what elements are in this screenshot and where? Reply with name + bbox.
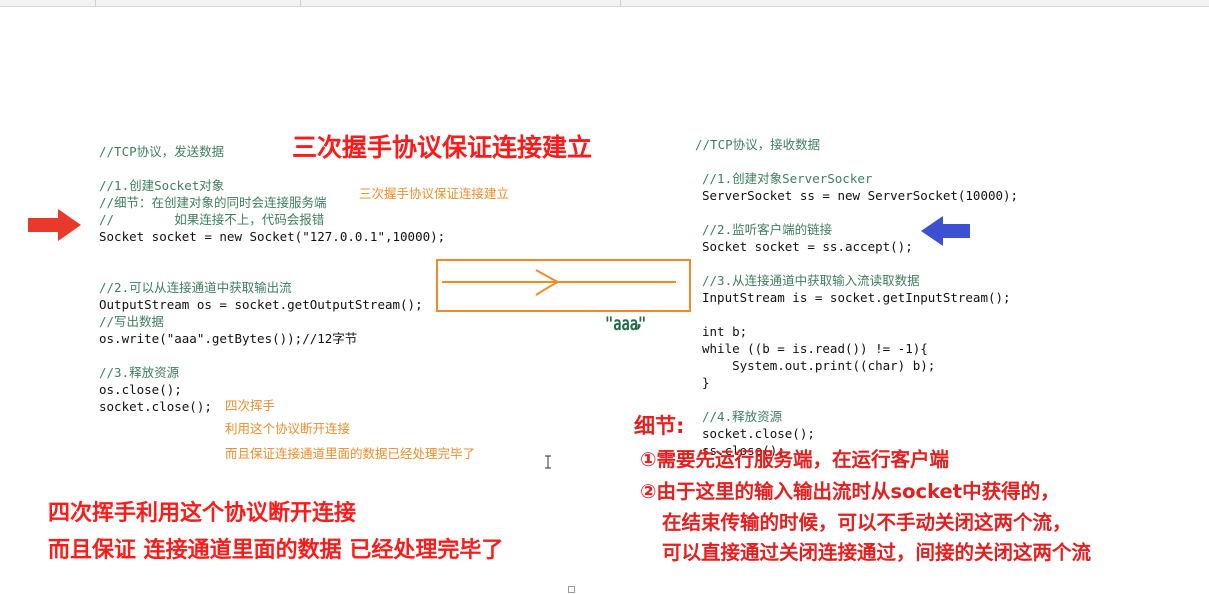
comma-mark: , — [636, 312, 643, 331]
code-comment: //3.释放资源 — [99, 365, 180, 380]
top-toolbar-strip — [0, 0, 1209, 7]
code-line: os.write("aaa".getBytes());//12字节 — [99, 331, 358, 346]
code-comment: //2.可以从连接通道中获取输出流 — [99, 280, 292, 295]
detail-item-3: 在结束传输的时候，可以不手动关闭这两个流， — [662, 511, 1072, 534]
client-code-block: //TCP协议，发送数据 //1.创建Socket对象//细节：在创建对象的同时… — [99, 126, 445, 432]
blue-arrow-icon — [921, 216, 970, 246]
details-title: 细节: — [634, 414, 685, 438]
server-code-block: //TCP协议，接收数据 //1.创建对象ServerSocker ServerS… — [695, 119, 1018, 476]
code-comment: //3.从连接通道中获取输入流读取数据 — [702, 273, 920, 288]
code-line: System.out.print((char) b); — [702, 358, 936, 373]
red-arrow-icon — [28, 209, 81, 241]
code-comment: //1.创建对象ServerSocker — [702, 171, 873, 186]
three-way-handshake-title: 三次握手协议保证连接建立 — [292, 133, 593, 162]
code-line: socket.close(); — [702, 426, 815, 441]
code-comment: //4.释放资源 — [702, 409, 783, 424]
four-wave-note-1: 四次挥手 — [225, 398, 276, 413]
four-wave-summary-line-2: 而且保证 连接通道里面的数据 已经处理完毕了 — [48, 538, 504, 563]
code-line: while ((b = is.read()) != -1){ — [702, 341, 928, 356]
code-line: InputStream is = socket.getInputStream()… — [702, 290, 1011, 305]
toolbar-separator — [300, 0, 301, 6]
code-line: int b; — [702, 324, 748, 339]
four-wave-note-2: 利用这个协议断开连接 — [225, 421, 351, 436]
detail-item-1: ①需要先运行服务端，在运行客户端 — [640, 448, 950, 471]
text-cursor-icon — [545, 455, 551, 469]
code-line: } — [702, 375, 710, 390]
code-line: OutputStream os = socket.getOutputStream… — [99, 297, 423, 312]
channel-arrow-icon — [442, 269, 676, 296]
code-comment: //写出数据 — [99, 314, 165, 329]
detail-item-2: ②由于这里的输入输出流时从socket中获得的， — [640, 480, 1060, 503]
code-comment: //TCP协议，接收数据 — [695, 137, 821, 152]
detail-item-4: 可以直接通过关闭连接通过，间接的关闭这两个流 — [662, 541, 1092, 564]
code-line: ServerSocket ss = new ServerSocket(10000… — [702, 188, 1019, 203]
toolbar-separator — [620, 0, 621, 6]
bottom-center-dot — [568, 586, 575, 593]
three-way-handshake-note: 三次握手协议保证连接建立 — [359, 186, 510, 201]
code-comment: // 如果连接不上，代码会报错 — [99, 212, 325, 227]
four-wave-note-3: 而且保证连接通道里面的数据已经处理完毕了 — [225, 446, 476, 461]
toolbar-separator — [95, 0, 96, 6]
four-wave-summary-line-1: 四次挥手利用这个协议断开连接 — [48, 501, 357, 526]
code-line: Socket socket = new Socket("127.0.0.1",1… — [99, 229, 446, 244]
